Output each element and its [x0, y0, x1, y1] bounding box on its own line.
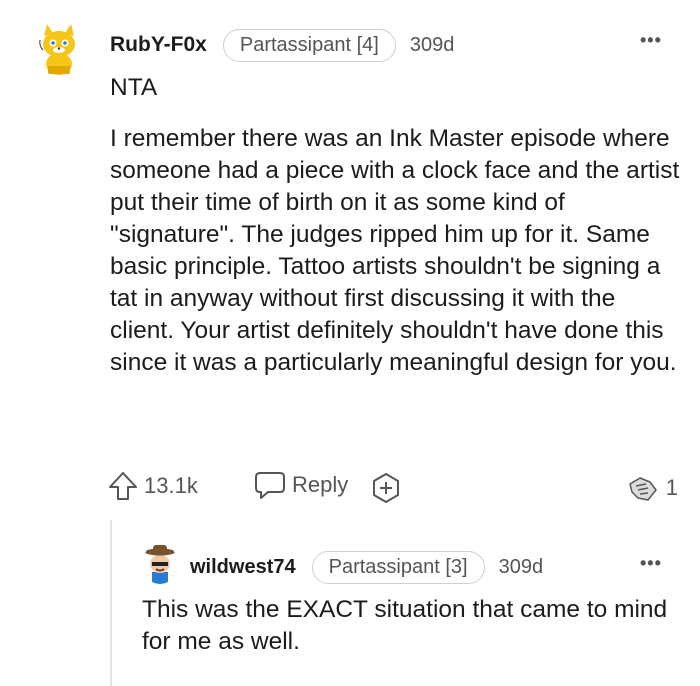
comment-body-line: NTA	[110, 74, 158, 101]
comment-meta: RubY-F0x Partassipant [4] 309d	[110, 27, 454, 63]
awards-count: 1	[665, 475, 678, 500]
user-flair: Partassipant [4]	[222, 28, 396, 62]
cowboy-snoo-avatar	[145, 545, 175, 584]
reply-label: Reply	[292, 472, 349, 497]
awards-received[interactable]: 1	[626, 472, 678, 504]
username[interactable]: wildwest74	[190, 556, 296, 579]
avatar[interactable]	[34, 20, 84, 76]
user-flair: Partassipant [3]	[311, 550, 485, 584]
hands-award-icon	[629, 477, 657, 501]
upvote-button[interactable]: 13.1k	[108, 470, 198, 502]
upvote-count: 13.1k	[144, 473, 198, 498]
timestamp[interactable]: 309d	[499, 556, 544, 579]
more-options-icon[interactable]: •••	[640, 553, 662, 574]
timestamp[interactable]: 309d	[410, 34, 455, 57]
comment-body: This was the EXACT situation that came t…	[142, 596, 668, 655]
yellow-cat-snoo-avatar	[39, 24, 75, 75]
award-button[interactable]	[370, 472, 402, 504]
reply-button[interactable]: Reply	[254, 470, 348, 500]
comment-meta: wildwest74 Partassipant [3] 309d	[190, 549, 543, 585]
comment-body: I remember there was an Ink Master episo…	[110, 125, 680, 376]
comment-actions: 13.1k Reply 1	[108, 468, 678, 508]
more-options-icon[interactable]: •••	[640, 30, 662, 51]
upvote-arrow-icon	[109, 472, 137, 500]
award-plus-icon	[373, 473, 399, 503]
comment: RubY-F0x Partassipant [4] 309d ••• NTA I…	[0, 0, 700, 520]
avatar[interactable]	[142, 544, 178, 584]
username[interactable]: RubY-F0x	[110, 33, 207, 57]
speech-bubble-icon	[255, 472, 285, 499]
